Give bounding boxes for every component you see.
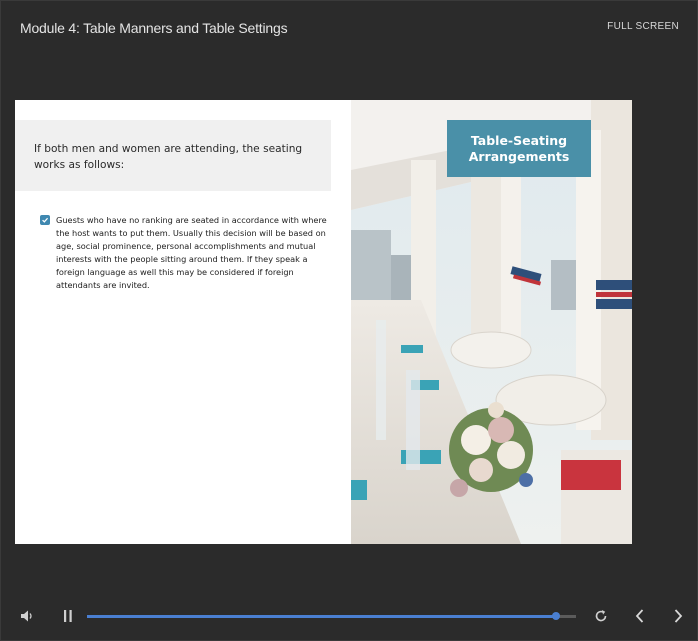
fullscreen-button[interactable]: FULL SCREEN [607, 21, 679, 32]
replay-icon[interactable] [593, 608, 609, 629]
seek-bar[interactable] [87, 612, 576, 620]
checkbox-icon [40, 215, 50, 225]
header: Module 4: Table Manners and Table Settin… [1, 1, 698, 55]
player-controls [1, 597, 698, 637]
intro-text: If both men and women are attending, the… [34, 143, 303, 171]
slide: If both men and women are attending, the… [15, 100, 632, 544]
caption-text: Table-Seating Arrangements [468, 132, 570, 164]
intro-box: If both men and women are attending, the… [15, 120, 331, 191]
chevron-left-icon[interactable] [634, 608, 646, 629]
seek-thumb[interactable] [552, 612, 561, 620]
volume-icon[interactable] [19, 608, 35, 629]
slide-text-pane: If both men and women are attending, the… [15, 100, 351, 544]
caption-box: Table-Seating Arrangements [447, 120, 591, 177]
player-frame: Module 4: Table Manners and Table Settin… [0, 0, 698, 641]
pause-icon[interactable] [62, 609, 74, 628]
bullet-text: Guests who have no ranking are seated in… [56, 215, 327, 291]
chevron-right-icon[interactable] [672, 608, 684, 629]
seek-progress [87, 615, 557, 618]
module-title: Module 4: Table Manners and Table Settin… [20, 20, 288, 36]
